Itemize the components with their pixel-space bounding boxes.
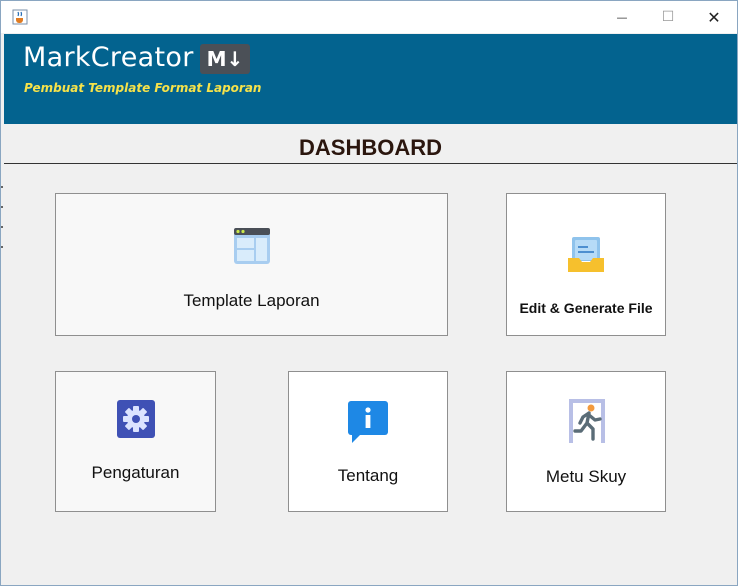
metu-skuy-button[interactable]: Metu Skuy xyxy=(506,371,666,512)
left-edge-marks xyxy=(1,186,4,276)
minimize-button[interactable]: — xyxy=(599,1,645,33)
edit-generate-file-label: Edit & Generate File xyxy=(519,300,653,316)
gear-icon xyxy=(117,400,155,438)
metu-skuy-label: Metu Skuy xyxy=(545,467,627,486)
tentang-label: Tentang xyxy=(337,466,399,485)
page-title: DASHBOARD xyxy=(299,135,442,160)
exit-running-man-icon xyxy=(569,399,605,443)
maximize-button[interactable]: ☐ xyxy=(645,1,691,33)
minimize-icon: — xyxy=(616,10,628,24)
template-laporan-label: Template Laporan xyxy=(183,291,320,310)
title-divider xyxy=(4,163,737,164)
window-titlebar[interactable]: — ☐ ✕ xyxy=(1,1,737,33)
close-button[interactable]: ✕ xyxy=(691,1,737,33)
markdown-badge-icon: M↓ xyxy=(200,44,250,74)
browser-window-icon xyxy=(234,228,270,264)
info-chat-icon xyxy=(348,401,388,443)
pengaturan-label: Pengaturan xyxy=(91,463,180,482)
document-tray-icon xyxy=(568,237,604,272)
app-header: MarkCreator M↓ Pembuat Template Format L… xyxy=(4,34,737,124)
java-cup-icon xyxy=(12,9,28,25)
maximize-icon: ☐ xyxy=(661,9,675,25)
tentang-button[interactable]: Tentang xyxy=(288,371,448,512)
pengaturan-button[interactable]: Pengaturan xyxy=(55,371,216,512)
app-subtitle: Pembuat Template Format Laporan xyxy=(24,81,262,95)
app-window: — ☐ ✕ MarkCreator M↓ Pembuat Template Fo… xyxy=(0,0,738,586)
template-laporan-button[interactable]: Template Laporan xyxy=(55,193,448,336)
app-brand-title: MarkCreator xyxy=(23,42,194,73)
close-icon: ✕ xyxy=(707,7,721,27)
edit-generate-file-button[interactable]: Edit & Generate File xyxy=(506,193,666,336)
